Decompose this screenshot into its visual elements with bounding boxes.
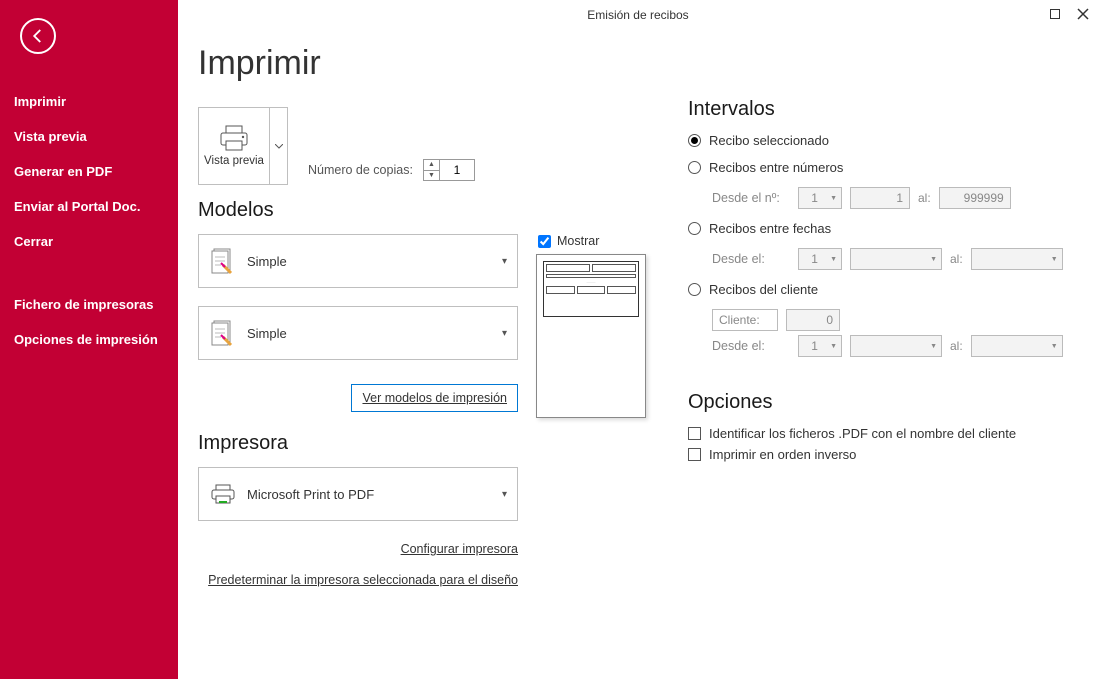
sidebar-item-opciones-impresion[interactable]: Opciones de impresión [0,322,178,357]
cliente-desde-combo[interactable]: ▼ [850,335,942,357]
numbers-desde-label: Desde el nº: [712,191,790,205]
titlebar: Emisión de recibos [178,0,1098,30]
intervalos-heading: Intervalos [688,98,1063,121]
radio-recibos-cliente[interactable] [688,283,701,296]
model-select-2[interactable]: Simple ▾ [198,306,518,360]
dates-hasta-combo[interactable]: ▼ [971,248,1063,270]
radio-recibos-cliente-label: Recibos del cliente [709,282,818,297]
printer-heading: Impresora [198,432,658,455]
chevron-down-icon: ▾ [502,256,507,267]
printer-name: Microsoft Print to PDF [247,487,502,502]
cliente-id-input[interactable]: 0 [786,309,840,331]
checkbox-identificar-pdf-label: Identificar los ficheros .PDF con el nom… [709,426,1016,441]
vista-previa-label: Vista previa [204,155,264,167]
radio-recibos-fechas-label: Recibos entre fechas [709,221,831,236]
preview-thumbnail: ········· [536,254,646,418]
radio-recibos-fechas[interactable] [688,222,701,235]
spinner-up[interactable]: ▲ [424,160,439,171]
copies-input[interactable] [440,160,474,180]
numbers-hasta-input[interactable]: 999999 [939,187,1011,209]
window-title: Emisión de recibos [587,8,688,22]
spinner-down[interactable]: ▼ [424,171,439,181]
checkbox-orden-inverso-label: Imprimir en orden inverso [709,447,856,462]
model-select-1[interactable]: Simple ▾ [198,234,518,288]
document-icon [209,319,237,347]
close-icon [1077,8,1089,20]
sidebar: Imprimir Vista previa Generar en PDF Env… [0,0,178,679]
opciones-heading: Opciones [688,391,1063,414]
sidebar-item-generar-pdf[interactable]: Generar en PDF [0,154,178,189]
cliente-desde-label: Desde el: [712,339,790,353]
back-button[interactable] [20,18,56,54]
chevron-down-icon [275,144,283,149]
cliente-hasta-combo[interactable]: ▼ [971,335,1063,357]
dates-desde-combo[interactable]: ▼ [850,248,942,270]
page-title: Imprimir [198,44,658,83]
close-button[interactable] [1072,4,1094,24]
chevron-down-icon: ▾ [502,489,507,500]
document-icon [209,247,237,275]
dates-desde-label: Desde el: [712,252,790,266]
maximize-icon [1050,9,1060,19]
model-2-label: Simple [247,326,502,341]
radio-recibo-seleccionado-label: Recibo seleccionado [709,133,829,148]
sidebar-item-cerrar[interactable]: Cerrar [0,224,178,259]
configurar-impresora-link[interactable]: Configurar impresora [401,542,518,556]
ver-modelos-link[interactable]: Ver modelos de impresión [351,384,518,412]
printer-ready-icon [209,484,237,504]
mostrar-checkbox[interactable] [538,235,551,248]
vista-previa-button[interactable]: Vista previa [198,107,288,185]
copies-label: Número de copias: [308,163,413,177]
mostrar-checkbox-row[interactable]: Mostrar [536,234,646,248]
sidebar-item-fichero-impresoras[interactable]: Fichero de impresoras [0,287,178,322]
cliente-label-box: Cliente: [712,309,778,331]
model-1-label: Simple [247,254,502,269]
dates-al-label: al: [950,252,963,266]
numbers-al-label: al: [918,191,931,205]
checkbox-identificar-pdf[interactable] [688,427,701,440]
radio-recibos-numeros[interactable] [688,161,701,174]
vista-previa-dropdown[interactable] [269,108,287,184]
radio-recibos-numeros-label: Recibos entre números [709,160,843,175]
maximize-button[interactable] [1044,4,1066,24]
sidebar-item-vista-previa[interactable]: Vista previa [0,119,178,154]
mostrar-label: Mostrar [557,234,599,248]
arrow-left-icon [29,27,47,45]
cliente-serie-combo[interactable]: 1▼ [798,335,842,357]
copies-spinner[interactable]: ▲ ▼ [423,159,475,181]
numbers-desde-input[interactable]: 1 [850,187,910,209]
printer-icon [218,125,250,151]
dates-serie-combo[interactable]: 1▼ [798,248,842,270]
models-heading: Modelos [198,199,658,222]
sidebar-item-enviar-portal[interactable]: Enviar al Portal Doc. [0,189,178,224]
printer-select[interactable]: Microsoft Print to PDF ▾ [198,467,518,521]
chevron-down-icon: ▾ [502,328,507,339]
sidebar-item-imprimir[interactable]: Imprimir [0,84,178,119]
radio-recibo-seleccionado[interactable] [688,134,701,147]
numbers-serie-combo[interactable]: 1▼ [798,187,842,209]
checkbox-orden-inverso[interactable] [688,448,701,461]
cliente-al-label: al: [950,339,963,353]
predeterminar-impresora-link[interactable]: Predeterminar la impresora seleccionada … [208,573,518,587]
